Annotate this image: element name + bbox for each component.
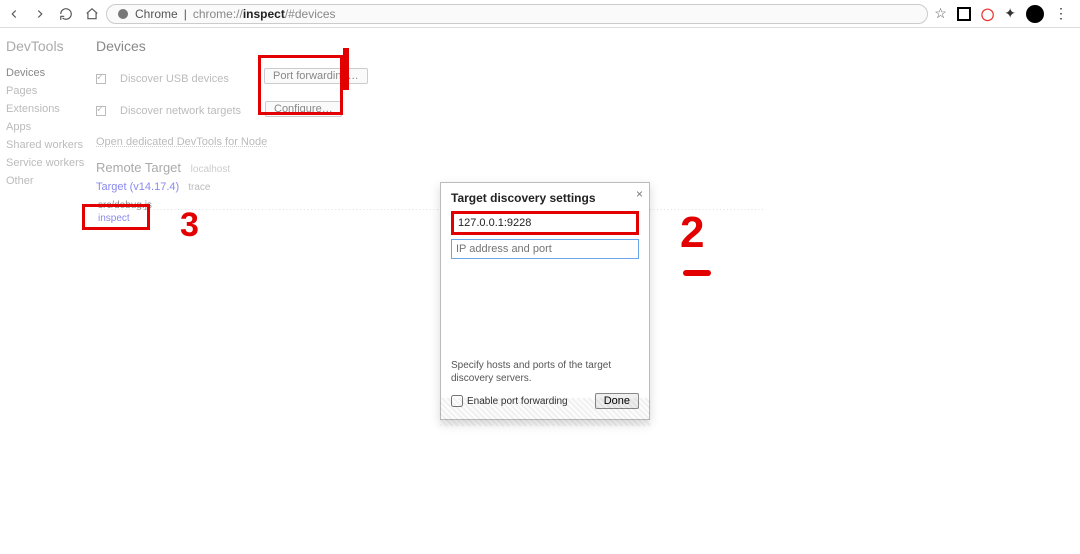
sidebar-item-service-workers[interactable]: Service workers [6, 154, 96, 172]
kebab-menu-icon[interactable]: ⋮ [1054, 5, 1068, 22]
sidebar-item-other[interactable]: Other [6, 172, 96, 190]
browser-toolbar: Chrome | chrome://inspect/#devices ☆ ◯ ✦… [0, 0, 1080, 28]
dialog-ip-port-input[interactable] [451, 239, 639, 259]
star-icon[interactable]: ☆ [934, 5, 947, 22]
discover-usb-label: Discover USB devices [120, 73, 229, 85]
page-body: DevTools Devices Pages Extensions Apps S… [0, 28, 1080, 554]
url-path: /#devices [285, 7, 336, 21]
square-icon[interactable] [957, 7, 971, 21]
dialog-shadow-artifact [440, 398, 650, 426]
reload-icon[interactable] [58, 6, 74, 22]
configure-button[interactable]: Configure… [265, 101, 342, 117]
url-host: inspect [243, 7, 285, 21]
sidebar-item-extensions[interactable]: Extensions [6, 100, 96, 118]
sidebar-item-shared-workers[interactable]: Shared workers [6, 136, 96, 154]
open-dedicated-devtools-link[interactable]: Open dedicated DevTools for Node [96, 136, 1070, 148]
extensions-puzzle-icon[interactable]: ✦ [1004, 5, 1016, 22]
port-forwarding-button[interactable]: Port forwarding… [264, 68, 368, 84]
url-scheme: chrome:// [193, 7, 243, 21]
address-bar[interactable]: Chrome | chrome://inspect/#devices [106, 4, 928, 24]
annotation-label-3: 3 [180, 206, 199, 245]
forward-icon[interactable] [32, 6, 48, 22]
home-icon[interactable] [84, 6, 100, 22]
annotation-label-2: 2 [680, 208, 704, 258]
page-title: Devices [96, 38, 1070, 54]
discover-network-label: Discover network targets [120, 105, 241, 117]
site-info-icon [117, 8, 129, 20]
annotation-underline-2 [683, 270, 711, 276]
back-icon[interactable] [6, 6, 22, 22]
dialog-help-text: Specify hosts and ports of the target di… [451, 359, 639, 385]
sidebar-item-devices[interactable]: Devices [6, 64, 96, 82]
url-app: Chrome [135, 7, 178, 21]
remote-target-header: Remote Target localhost [96, 160, 1070, 175]
dialog-close-button[interactable]: × [636, 187, 643, 201]
annotation-bar-1 [343, 48, 349, 90]
target-discovery-dialog: × Target discovery settings 127.0.0.1:92… [440, 182, 650, 420]
extension-red-icon[interactable]: ◯ [981, 7, 994, 21]
dialog-entry-1[interactable]: 127.0.0.1:9228 [451, 211, 639, 235]
discover-network-checkbox[interactable] [96, 106, 106, 116]
sidebar-item-pages[interactable]: Pages [6, 82, 96, 100]
discover-usb-checkbox[interactable] [96, 74, 106, 84]
sidebar: DevTools Devices Pages Extensions Apps S… [6, 38, 96, 544]
dialog-title: Target discovery settings [451, 191, 639, 205]
sidebar-title: DevTools [6, 38, 96, 54]
profile-avatar[interactable] [1026, 5, 1044, 23]
sidebar-item-apps[interactable]: Apps [6, 118, 96, 136]
